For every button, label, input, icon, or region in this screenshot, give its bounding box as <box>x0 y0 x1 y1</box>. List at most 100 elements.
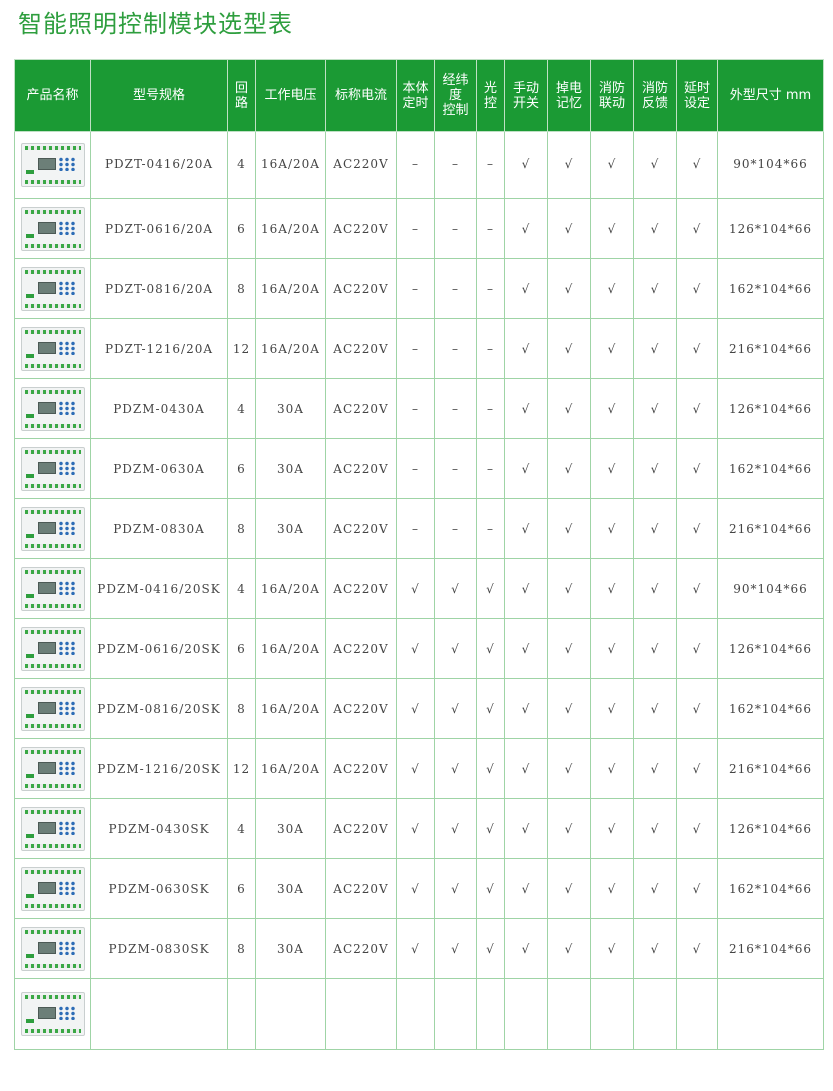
light-cell: √ <box>476 918 505 979</box>
product-image-cell <box>14 258 91 319</box>
rated-current-cell: AC220V <box>325 198 397 259</box>
work-voltage-cell: 16A/20A <box>255 131 326 199</box>
fire-feedback-cell: √ <box>633 918 677 979</box>
header-rated-current: 标称电流 <box>325 59 397 132</box>
memory-cell: √ <box>547 318 591 379</box>
lighting-module-image <box>20 992 85 1036</box>
size-cell <box>717 978 824 1050</box>
product-image-cell <box>14 678 91 739</box>
local-timer-cell: – <box>396 258 435 319</box>
lighting-module-image <box>20 446 85 491</box>
selection-table: 产品名称 型号规格 回路 工作电压 标称电流 本体 定时 经纬度控制 光控 手动开… <box>14 59 824 1050</box>
light-cell: √ <box>476 738 505 799</box>
delay-cell: √ <box>676 498 718 559</box>
work-voltage-cell: 16A/20A <box>255 318 326 379</box>
latlong-cell: – <box>434 131 477 199</box>
light-cell: √ <box>476 858 505 919</box>
model-cell: PDZM-0416/20SK <box>90 558 228 619</box>
delay-cell <box>676 978 718 1050</box>
circuits-cell: 12 <box>227 318 256 379</box>
circuits-cell: 6 <box>227 618 256 679</box>
table-row: PDZT-0416/20A 4 16A/20A AC220V – – – √ √ √ √ √ 90*10… <box>14 131 824 199</box>
fire-link-cell: √ <box>590 558 634 619</box>
manual-cell: √ <box>504 738 548 799</box>
rated-current-cell: AC220V <box>325 438 397 499</box>
work-voltage-cell: 30A <box>255 498 326 559</box>
light-cell: – <box>476 318 505 379</box>
size-cell: 162*104*66 <box>717 258 824 319</box>
light-cell <box>476 978 505 1050</box>
memory-cell: √ <box>547 498 591 559</box>
delay-cell: √ <box>676 131 718 199</box>
local-timer-cell: – <box>396 198 435 259</box>
model-cell: PDZM-0430SK <box>90 798 228 859</box>
product-image-cell <box>14 618 91 679</box>
model-cell: PDZM-0630SK <box>90 858 228 919</box>
product-image-cell <box>14 918 91 979</box>
circuits-cell: 4 <box>227 378 256 439</box>
manual-cell: √ <box>504 378 548 439</box>
header-latlong: 经纬度控制 <box>434 59 477 132</box>
circuits-cell: 8 <box>227 258 256 319</box>
table-row: PDZM-0430SK 4 30A AC220V √ √ √ √ √ √ √ √ 126*104*66 <box>14 798 824 859</box>
light-cell: – <box>476 378 505 439</box>
model-cell <box>90 978 228 1050</box>
delay-cell: √ <box>676 738 718 799</box>
rated-current-cell: AC220V <box>325 858 397 919</box>
lighting-module-image <box>20 206 85 251</box>
model-cell: PDZT-0816/20A <box>90 258 228 319</box>
fire-link-cell: √ <box>590 318 634 379</box>
light-cell: – <box>476 438 505 499</box>
delay-cell: √ <box>676 438 718 499</box>
lighting-module-image <box>20 143 85 187</box>
header-manual: 手动 开关 <box>504 59 548 132</box>
fire-link-cell: √ <box>590 498 634 559</box>
fire-feedback-cell: √ <box>633 738 677 799</box>
lighting-module-image <box>20 326 85 371</box>
memory-cell: √ <box>547 131 591 199</box>
fire-link-cell: √ <box>590 738 634 799</box>
rated-current-cell: AC220V <box>325 558 397 619</box>
rated-current-cell: AC220V <box>325 798 397 859</box>
manual-cell: √ <box>504 558 548 619</box>
work-voltage-cell: 16A/20A <box>255 678 326 739</box>
manual-cell: √ <box>504 918 548 979</box>
rated-current-cell: AC220V <box>325 318 397 379</box>
fire-link-cell <box>590 978 634 1050</box>
delay-cell: √ <box>676 378 718 439</box>
table-row: PDZM-0416/20SK 4 16A/20A AC220V √ √ √ √ √ √ √ √ 90*1… <box>14 558 824 619</box>
table-row: PDZM-0430A 4 30A AC220V – – – √ √ √ √ √ 126*104*66 <box>14 378 824 439</box>
delay-cell: √ <box>676 558 718 619</box>
page-title: 智能照明控制模块选型表 <box>18 10 293 38</box>
light-cell: – <box>476 258 505 319</box>
local-timer-cell: – <box>396 318 435 379</box>
model-cell: PDZT-0416/20A <box>90 131 228 199</box>
circuits-cell: 6 <box>227 858 256 919</box>
fire-link-cell: √ <box>590 438 634 499</box>
model-cell: PDZM-0816/20SK <box>90 678 228 739</box>
delay-cell: √ <box>676 918 718 979</box>
local-timer-cell: √ <box>396 858 435 919</box>
product-image-cell <box>14 131 91 199</box>
latlong-cell: √ <box>434 918 477 979</box>
circuits-cell: 6 <box>227 198 256 259</box>
local-timer-cell: – <box>396 131 435 199</box>
size-cell: 126*104*66 <box>717 198 824 259</box>
memory-cell: √ <box>547 198 591 259</box>
fire-link-cell: √ <box>590 678 634 739</box>
latlong-cell: √ <box>434 618 477 679</box>
work-voltage-cell: 16A/20A <box>255 618 326 679</box>
latlong-cell <box>434 978 477 1050</box>
manual-cell: √ <box>504 678 548 739</box>
size-cell: 162*104*66 <box>717 438 824 499</box>
delay-cell: √ <box>676 798 718 859</box>
product-image-cell <box>14 198 91 259</box>
latlong-cell: – <box>434 378 477 439</box>
fire-link-cell: √ <box>590 858 634 919</box>
latlong-cell: √ <box>434 558 477 619</box>
size-cell: 90*104*66 <box>717 558 824 619</box>
local-timer-cell: √ <box>396 678 435 739</box>
delay-cell: √ <box>676 678 718 739</box>
lighting-module-image <box>20 386 85 431</box>
table-row: PDZM-0630A 6 30A AC220V – – – √ √ √ √ √ 162*104*66 <box>14 438 824 499</box>
